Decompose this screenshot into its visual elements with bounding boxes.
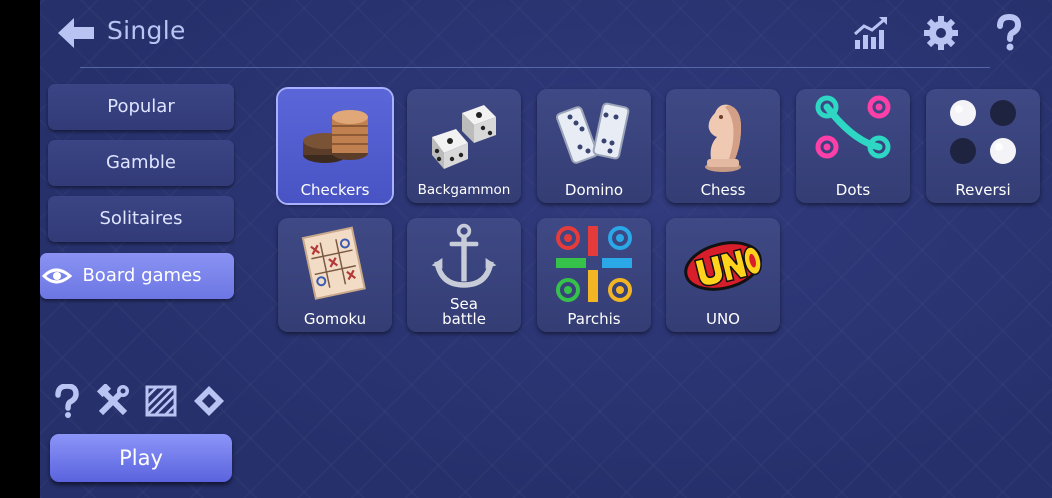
game-tile-uno[interactable]: UNO [666,218,780,332]
question-icon[interactable] [50,384,84,418]
game-label: Gomoku [303,310,367,328]
dots-icon [815,95,891,159]
question-icon[interactable] [990,14,1028,52]
stats-chart-icon[interactable] [852,14,890,52]
category-label: Popular [107,96,175,117]
domino-icon [556,102,630,164]
game-tile-backgammon[interactable]: Backgammon [407,89,521,203]
pattern-icon[interactable] [144,384,178,418]
game-label: Dots [835,181,871,199]
back-arrow-icon[interactable] [56,16,96,50]
tools-icon[interactable] [96,384,130,418]
game-tile-chess[interactable]: Chess [666,89,780,203]
uno-logo-icon [684,241,762,291]
game-tile-reversi[interactable]: Reversi [926,89,1040,203]
category-board-games[interactable]: Board games [40,253,234,299]
game-label: Checkers [300,181,370,199]
game-label: Reversi [955,181,1011,199]
page-title: Single [107,16,186,45]
diamond-icon[interactable] [192,384,226,418]
header: Single [40,0,1052,68]
game-label: Chess [700,181,746,199]
game-tile-checkers[interactable]: Checkers [278,89,392,203]
game-tile-dots[interactable]: Dots [796,89,910,203]
category-label: Board games [82,265,202,286]
play-button[interactable]: Play [50,434,232,482]
category-solitaires[interactable]: Solitaires [48,196,234,242]
header-divider [80,67,990,68]
game-label: Domino [564,181,624,199]
dice-icon [432,105,496,169]
game-tile-sea-battle[interactable]: Sea battle [407,218,521,332]
gomoku-paper-icon [301,226,366,300]
game-label: UNO [705,310,740,328]
category-label: Gamble [105,152,176,173]
game-label: Parchis [567,310,621,328]
category-popular[interactable]: Popular [48,84,234,130]
game-tile-gomoku[interactable]: Gomoku [278,218,392,332]
reversi-icon [950,100,1016,164]
checkers-icon [303,110,368,163]
eye-icon [42,268,72,284]
anchor-icon [431,223,497,288]
game-label: Sea battle [442,295,486,328]
game-label: Backgammon [417,182,511,198]
gear-icon[interactable] [922,14,960,52]
chess-knight-icon [705,104,741,172]
game-menu-screen: Single Popular Gamble Solitaires Board g… [40,0,1052,498]
game-tile-parchis[interactable]: Parchis [537,218,651,332]
category-label: Solitaires [99,208,183,229]
category-gamble[interactable]: Gamble [48,140,234,186]
parchis-board-icon [556,226,632,302]
game-tile-domino[interactable]: Domino [537,89,651,203]
